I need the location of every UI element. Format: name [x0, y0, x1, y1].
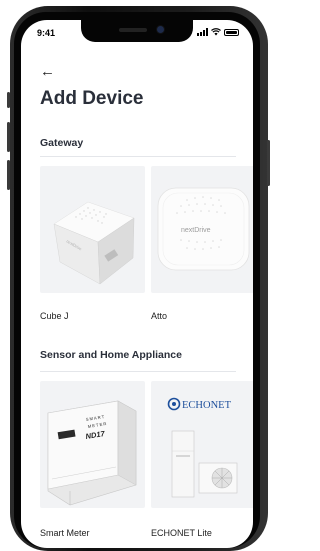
- section-title-gateway: Gateway: [40, 137, 84, 149]
- device-card-smart-meter[interactable]: SMART METER ND17: [40, 381, 145, 508]
- notch: [81, 20, 193, 42]
- divider: [40, 371, 236, 372]
- device-label-smart-meter: Smart Meter: [40, 528, 90, 538]
- cube-j-device-image: nextDrive: [53, 201, 135, 285]
- echonet-lite-device-image: ECHONET: [167, 397, 238, 498]
- cellular-signal-icon: [197, 28, 208, 36]
- screen: 9:41 ← Add Device Gateway nextDrive Cube…: [21, 20, 253, 548]
- mute-switch: [7, 92, 10, 108]
- atto-device-text: nextDrive: [181, 227, 211, 234]
- device-card-cube-j[interactable]: nextDrive: [40, 166, 145, 293]
- volume-up-button: [7, 122, 10, 152]
- arrow-left-icon[interactable]: ←: [40, 64, 55, 79]
- status-icons: [197, 28, 239, 36]
- battery-icon: [224, 28, 239, 36]
- divider: [40, 156, 236, 157]
- device-label-echonet-lite: ECHONET Lite: [151, 528, 212, 538]
- device-card-echonet-lite[interactable]: ECHONET: [151, 381, 253, 508]
- phone-frame: 9:41 ← Add Device Gateway nextDrive Cube…: [0, 0, 272, 551]
- smart-meter-device-image: SMART METER ND17: [47, 400, 137, 506]
- echonet-brand-text: ECHONET: [182, 400, 232, 411]
- page-title: Add Device: [40, 88, 144, 109]
- device-label-atto: Atto: [151, 311, 168, 321]
- device-card-atto[interactable]: nextDrive: [151, 166, 253, 293]
- status-time: 9:41: [37, 28, 56, 38]
- volume-down-button: [7, 160, 10, 190]
- device-label-cube-j: Cube J: [40, 311, 69, 321]
- power-button: [267, 140, 270, 186]
- wifi-icon: [211, 28, 221, 36]
- front-camera: [157, 26, 164, 33]
- speaker: [119, 28, 147, 32]
- section-title-sensor-home-appliance: Sensor and Home Appliance: [40, 349, 182, 361]
- atto-device-image: nextDrive: [157, 187, 250, 271]
